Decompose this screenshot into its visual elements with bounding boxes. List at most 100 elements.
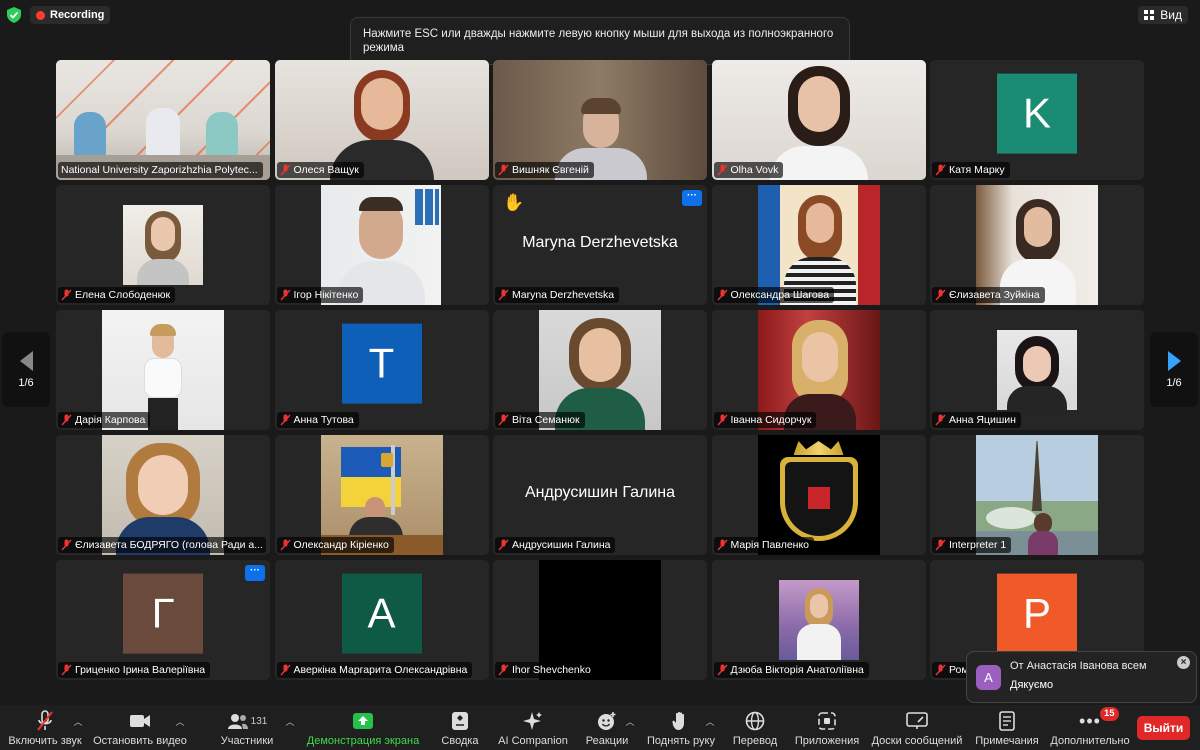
participant-name-label: Вишняк Євгеній [495, 162, 594, 178]
page-indicator-right: 1/6 [1166, 376, 1182, 389]
participant-tile[interactable]: Анна Яцишин [930, 310, 1144, 430]
mic-muted-icon [61, 414, 72, 426]
participant-name-label: Віта Семанюк [495, 412, 585, 428]
mic-muted-icon [498, 664, 509, 676]
mic-muted-icon [716, 414, 728, 426]
participant-tile[interactable]: National University Zaporizhzhia Polytec… [56, 60, 270, 180]
chat-message: Дякуємо [1010, 679, 1054, 691]
participant-tile[interactable]: ··· Г Гриценко Ірина Валеріївна [56, 560, 270, 680]
participant-name-label: Interpreter 1 [932, 537, 1012, 553]
participant-name-label: Maryna Derzhevetska [495, 287, 620, 303]
participant-tile[interactable]: Олеся Ващук [274, 60, 489, 180]
next-page-button[interactable]: 1/6 [1150, 332, 1198, 407]
participant-avatar: K [997, 73, 1077, 154]
apps-button[interactable]: Приложения [794, 705, 860, 750]
video-options-caret[interactable]: ︿ [174, 705, 186, 750]
whiteboard-icon [906, 712, 928, 729]
video-feed [123, 205, 203, 285]
close-icon[interactable]: × [1177, 656, 1190, 669]
notes-button[interactable]: Примечания [974, 705, 1040, 750]
translate-button[interactable]: Перевод [730, 705, 780, 750]
participants-icon [227, 714, 248, 729]
mic-muted-icon [716, 289, 728, 301]
participant-tile[interactable]: Олександр Кіріенко [274, 435, 489, 555]
participant-tile[interactable]: ✋ ··· Maryna Derzhevetska Maryna Derzhev… [493, 185, 707, 305]
chevron-up-icon: ︿ [705, 717, 715, 727]
participant-tile[interactable]: Олександра Шагова [711, 185, 926, 305]
participant-name-label: Дзюба Вікторія Анатоліївна [713, 662, 869, 678]
participant-tile[interactable]: Дарія Карпова [56, 310, 270, 430]
participants-button[interactable]: 131 Участники [218, 705, 276, 750]
mic-muted-icon [61, 664, 72, 676]
participant-avatar: T [341, 323, 422, 404]
video-camera-icon [130, 715, 150, 727]
participant-avatar: А [341, 573, 422, 654]
participant-tile[interactable]: Елена Слободенюк [56, 185, 270, 305]
mic-muted-icon [498, 289, 509, 301]
participant-name-label: Ігор Нікітенко [276, 287, 364, 303]
participant-tile[interactable]: Ihor Shevchenko [493, 560, 707, 680]
participant-name-label: Іванна Сидорчук [713, 412, 817, 428]
video-feed [997, 330, 1077, 410]
participant-name-label: Гриценко Ірина Валеріївна [58, 662, 211, 678]
whiteboards-button[interactable]: Доски сообщений [870, 705, 964, 750]
mic-muted-icon [935, 664, 946, 676]
participant-name-label: Єлизавета Зуйкіна [932, 287, 1045, 303]
participant-name-label: National University Zaporizhzhia Polytec… [58, 162, 263, 178]
participant-tile[interactable]: Єлизавета БОДРЯГО (голова Ради а... [56, 435, 270, 555]
participant-tile[interactable]: Ігор Нікітенко [274, 185, 489, 305]
participant-tile[interactable]: Андрусишин Галина Андрусишин Галина [493, 435, 707, 555]
ai-companion-button[interactable]: AI Companion [497, 705, 569, 750]
chevron-up-icon: ︿ [175, 717, 185, 727]
mic-muted-icon [935, 414, 946, 426]
globe-icon [745, 711, 765, 731]
meeting-toolbar: Включить звук ︿ Остановить видео ︿ 131 У… [0, 705, 1200, 750]
stop-video-button[interactable]: Остановить видео [93, 705, 187, 750]
participants-count: 131 [250, 715, 268, 727]
fullscreen-hint: Нажмите ESC или дважды нажмите левую кно… [350, 17, 850, 65]
participant-tile[interactable]: А Аверкіна Маргарита Олександрівна [274, 560, 489, 680]
mic-muted-icon [279, 164, 291, 176]
chat-sender: От Анастасія Іванова всем [1010, 660, 1147, 672]
video-feed [778, 580, 859, 660]
tile-more-options-button[interactable]: ··· [245, 565, 265, 581]
view-button[interactable]: Вид [1138, 6, 1188, 24]
participant-name-label: Олеся Ващук [276, 162, 364, 178]
previous-page-button[interactable]: 1/6 [2, 332, 50, 407]
participant-tile[interactable]: Interpreter 1 [930, 435, 1144, 555]
mic-muted-icon [498, 539, 509, 551]
more-dots-icon: ••• [1079, 710, 1101, 731]
clapping-reaction-icon: ✋ [503, 193, 525, 212]
participant-tile[interactable]: Єлизавета Зуйкіна [930, 185, 1144, 305]
leave-button[interactable]: Выйти [1137, 716, 1190, 740]
grid-view-icon [1144, 10, 1155, 20]
video-gallery: National University Zaporizhzhia Polytec… [56, 60, 1144, 680]
participant-tile[interactable]: Olha Vovk [711, 60, 926, 180]
mic-muted-icon [935, 289, 946, 301]
participant-tile[interactable]: T Анна Тутова [274, 310, 489, 430]
participant-tile[interactable]: Дзюба Вікторія Анатоліївна [711, 560, 926, 680]
participants-options-caret[interactable]: ︿ [284, 705, 296, 750]
recording-label: Recording [50, 9, 105, 21]
share-screen-button[interactable]: Демонстрация экрана [306, 705, 420, 750]
chat-notification[interactable]: А От Анастасія Іванова всем Дякуємо × [966, 651, 1197, 703]
chevron-up-icon: ︿ [73, 717, 83, 727]
summary-button[interactable]: Сводка [437, 705, 483, 750]
emoji-icon [598, 712, 616, 730]
participant-tile[interactable]: Віта Семанюк [493, 310, 707, 430]
participant-tile[interactable]: Вишняк Євгеній [493, 60, 707, 180]
recording-indicator[interactable]: Recording [30, 6, 111, 24]
participant-tile[interactable]: K Катя Марку [930, 60, 1144, 180]
audio-options-caret[interactable]: ︿ [72, 705, 84, 750]
participant-tile[interactable]: Марія Павленко [711, 435, 926, 555]
participant-name-label: Єлизавета БОДРЯГО (голова Ради а... [58, 537, 266, 553]
mic-muted-icon [279, 414, 291, 426]
view-label: Вид [1160, 8, 1182, 22]
raise-hand-options-caret[interactable]: ︿ [704, 705, 716, 750]
tile-more-options-button[interactable]: ··· [682, 190, 702, 206]
apps-icon [818, 712, 836, 730]
shield-icon[interactable] [7, 7, 21, 23]
reactions-options-caret[interactable]: ︿ [624, 705, 636, 750]
mic-muted-icon [498, 164, 509, 176]
participant-tile[interactable]: Іванна Сидорчук [711, 310, 926, 430]
